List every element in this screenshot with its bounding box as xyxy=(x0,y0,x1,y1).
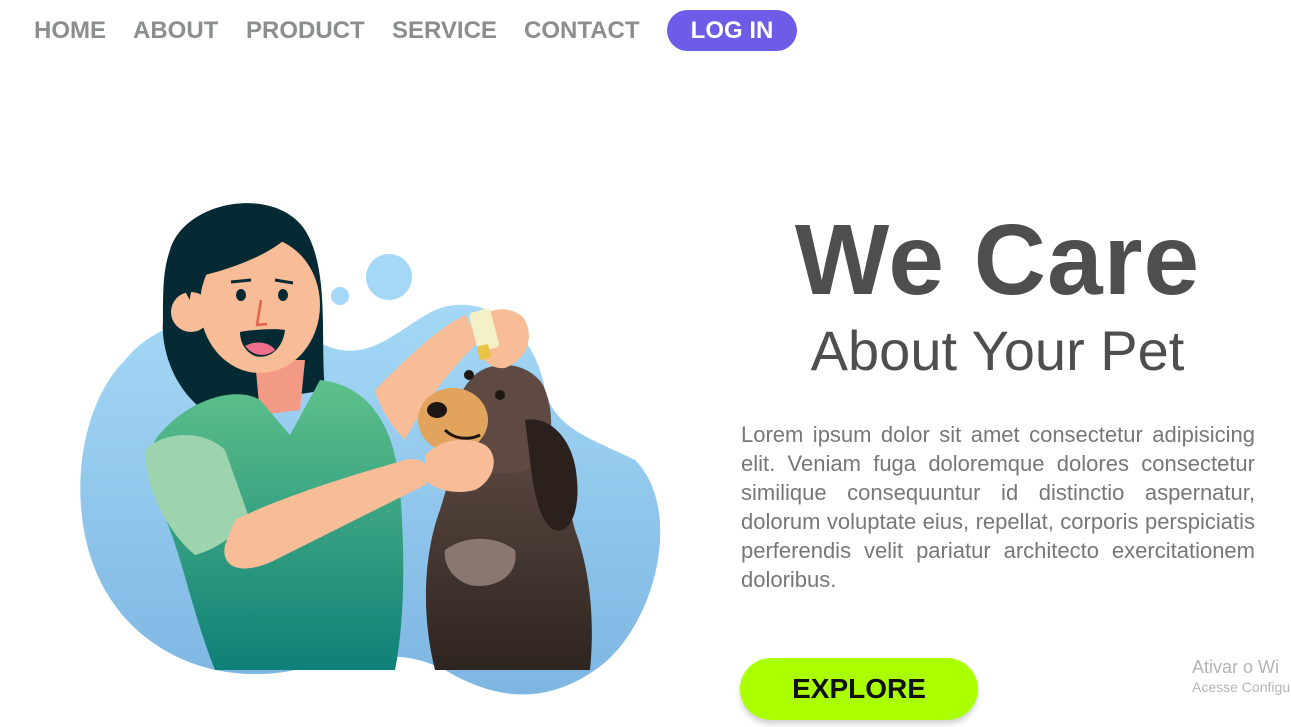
nav-product-link[interactable]: PRODUCT xyxy=(246,16,365,46)
woman-giving-dog-eye-drops-icon xyxy=(80,203,661,695)
nav-service-link[interactable]: SERVICE xyxy=(392,16,497,46)
watermark-subtitle: Acesse Configu xyxy=(1192,679,1291,695)
nav-home-link[interactable]: HOME xyxy=(34,16,106,46)
nav-contact-link[interactable]: CONTACT xyxy=(524,16,640,46)
top-navigation: HOME ABOUT PRODUCT SERVICE CONTACT LOG I… xyxy=(0,0,1291,62)
hero-description: Lorem ipsum dolor sit amet consectetur a… xyxy=(741,422,1255,592)
watermark-title: Ativar o Wi xyxy=(1192,657,1280,677)
nav-about-link[interactable]: ABOUT xyxy=(133,16,218,46)
hero-title: We Care xyxy=(794,204,1201,316)
hero-illustration xyxy=(75,190,665,705)
hero-subtitle: About Your Pet xyxy=(810,319,1185,382)
login-button[interactable]: LOG IN xyxy=(667,10,797,51)
explore-button[interactable]: EXPLORE xyxy=(740,658,978,720)
activation-watermark: Ativar o Wi Acesse Configu xyxy=(1192,656,1291,696)
